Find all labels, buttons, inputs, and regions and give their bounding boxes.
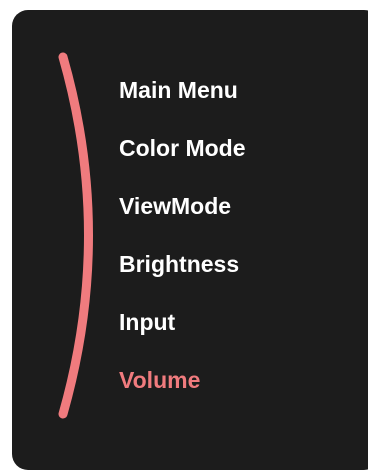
menu-arc-indicator [58, 52, 93, 419]
osd-menu-panel: Main Menu Color Mode ViewMode Brightness… [12, 10, 368, 470]
osd-menu-list: Main Menu Color Mode ViewMode Brightness… [119, 72, 246, 420]
menu-item-color-mode[interactable]: Color Mode [119, 130, 246, 188]
menu-item-main-menu[interactable]: Main Menu [119, 72, 246, 130]
menu-item-volume[interactable]: Volume [119, 362, 246, 420]
menu-item-brightness[interactable]: Brightness [119, 246, 246, 304]
menu-item-viewmode[interactable]: ViewMode [119, 188, 246, 246]
menu-item-input[interactable]: Input [119, 304, 246, 362]
